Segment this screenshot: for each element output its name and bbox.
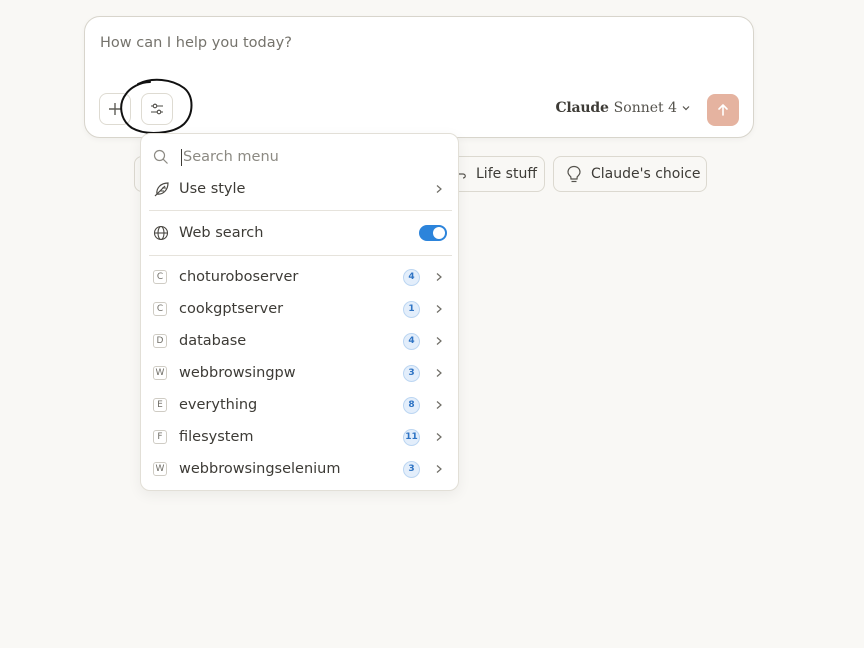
model-selector[interactable]: Claude Sonnet 4 bbox=[555, 100, 691, 116]
server-name: everything bbox=[179, 397, 258, 413]
server-name: choturoboserver bbox=[179, 269, 299, 285]
chevron-right-icon bbox=[436, 465, 442, 473]
server-name: webbrowsingselenium bbox=[179, 461, 341, 477]
toggle-knob bbox=[433, 227, 445, 239]
chevron-right-icon bbox=[436, 337, 442, 345]
server-item-database[interactable]: D database 4 bbox=[141, 327, 458, 355]
model-version: Sonnet 4 bbox=[613, 100, 677, 116]
server-letter-icon: F bbox=[153, 430, 167, 444]
lightbulb-icon bbox=[567, 165, 581, 183]
tool-count-badge: 1 bbox=[403, 301, 420, 318]
server-letter-icon: C bbox=[153, 270, 167, 284]
chevron-down-icon bbox=[682, 106, 690, 111]
server-letter-icon: D bbox=[153, 334, 167, 348]
annotation-circle bbox=[120, 78, 193, 134]
text-caret bbox=[181, 148, 182, 166]
menu-divider bbox=[149, 255, 452, 256]
menu-item-use-style[interactable]: Use style bbox=[141, 175, 458, 203]
server-name: webbrowsingpw bbox=[179, 365, 296, 381]
feather-icon bbox=[154, 182, 169, 197]
menu-item-label: Use style bbox=[179, 181, 246, 197]
tool-count-badge: 3 bbox=[403, 461, 420, 478]
server-item-everything[interactable]: E everything 8 bbox=[141, 391, 458, 419]
tool-count-badge: 11 bbox=[403, 429, 420, 446]
menu-divider bbox=[149, 210, 452, 211]
chevron-right-icon bbox=[436, 185, 442, 193]
tool-count-badge: 8 bbox=[403, 397, 420, 414]
prompt-input[interactable]: How can I help you today? bbox=[100, 35, 292, 51]
chevron-right-icon bbox=[436, 273, 442, 281]
tool-count-badge: 4 bbox=[403, 333, 420, 350]
menu-item-web-search[interactable]: Web search bbox=[141, 219, 458, 247]
server-letter-icon: W bbox=[153, 366, 167, 380]
model-brand: Claude bbox=[555, 100, 609, 116]
server-item-cookgptserver[interactable]: C cookgptserver 1 bbox=[141, 295, 458, 323]
web-search-toggle[interactable] bbox=[419, 225, 447, 241]
server-letter-icon: W bbox=[153, 462, 167, 476]
server-item-webbrowsingselenium[interactable]: W webbrowsingselenium 3 bbox=[141, 455, 458, 483]
globe-icon bbox=[153, 225, 169, 241]
tool-count-badge: 3 bbox=[403, 365, 420, 382]
menu-item-label: Web search bbox=[179, 225, 264, 241]
chip-label: Life stuff bbox=[476, 166, 537, 182]
server-name: cookgptserver bbox=[179, 301, 284, 317]
server-item-filesystem[interactable]: F filesystem 11 bbox=[141, 423, 458, 451]
chevron-right-icon bbox=[436, 401, 442, 409]
server-name: filesystem bbox=[179, 429, 254, 445]
chevron-right-icon bbox=[436, 433, 442, 441]
chevron-right-icon bbox=[436, 369, 442, 377]
chip-label: Claude's choice bbox=[591, 166, 701, 182]
suggestion-chip-life-stuff[interactable]: Life stuff bbox=[448, 156, 545, 192]
server-item-choturoboserver[interactable]: C choturoboserver 4 bbox=[141, 263, 458, 291]
tool-count-badge: 4 bbox=[403, 269, 420, 286]
suggestion-chip-claudes-choice[interactable]: Claude's choice bbox=[553, 156, 707, 192]
menu-search[interactable] bbox=[153, 146, 423, 168]
tools-dropdown-menu: Use style Web search C choturoboserver 4… bbox=[140, 133, 459, 491]
server-letter-icon: E bbox=[153, 398, 167, 412]
arrow-up-icon bbox=[718, 104, 728, 116]
send-button[interactable] bbox=[707, 94, 739, 126]
server-item-webbrowsingpw[interactable]: W webbrowsingpw 3 bbox=[141, 359, 458, 387]
menu-search-input[interactable] bbox=[183, 149, 423, 165]
search-icon bbox=[153, 149, 168, 164]
server-letter-icon: C bbox=[153, 302, 167, 316]
chevron-right-icon bbox=[436, 305, 442, 313]
server-name: database bbox=[179, 333, 247, 349]
